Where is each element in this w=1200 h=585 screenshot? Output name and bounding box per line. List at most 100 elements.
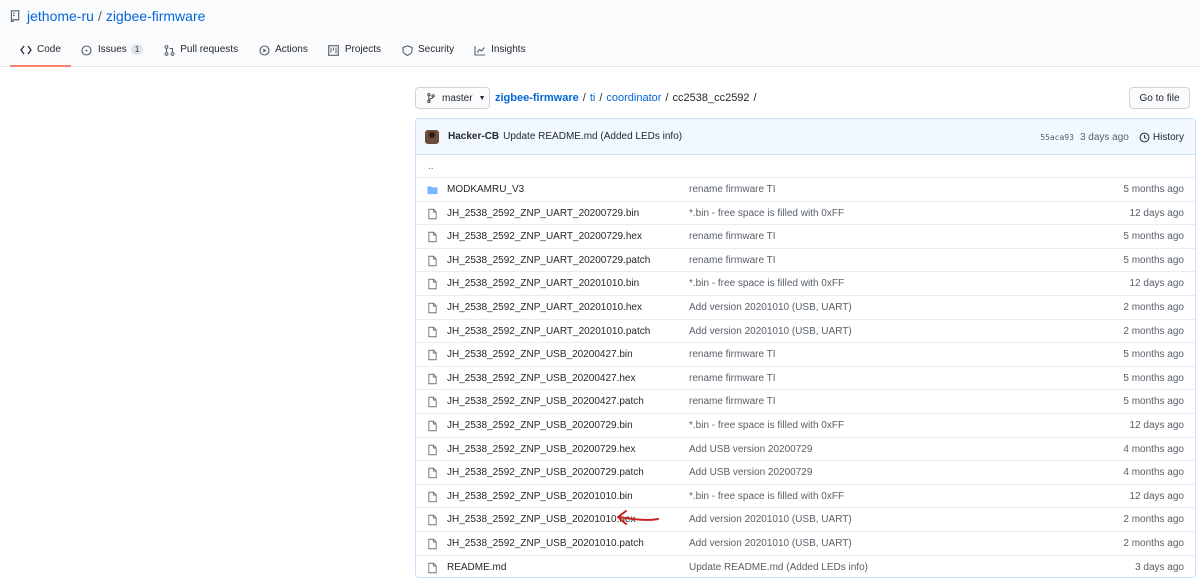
project-icon — [328, 44, 340, 56]
commit-message-link[interactable]: Add USB version 20200729 — [689, 438, 812, 461]
file-name-link[interactable]: JH_2538_2592_ZNP_USB_20201010.patch — [447, 532, 644, 555]
commit-message-link[interactable]: rename firmware TI — [689, 343, 776, 366]
chevron-down-icon: ▼ — [478, 94, 486, 102]
annotation-arrow-icon — [617, 510, 659, 525]
file-row[interactable]: README.md Update README.md (Added LEDs in… — [416, 556, 1195, 578]
file-row[interactable]: JH_2538_2592_ZNP_UART_20200729.patch rena… — [416, 249, 1195, 273]
graph-icon — [474, 44, 486, 56]
repo-name-link[interactable]: zigbee-firmware — [106, 8, 206, 24]
file-row[interactable]: JH_2538_2592_ZNP_USB_20201010.bin *.bin -… — [416, 485, 1195, 509]
file-name-link[interactable]: JH_2538_2592_ZNP_UART_20201010.bin — [447, 272, 639, 295]
file-name-link[interactable]: JH_2538_2592_ZNP_UART_20201010.hex — [447, 296, 642, 319]
tab-issues[interactable]: Issues 1 — [71, 38, 153, 67]
file-row[interactable]: JH_2538_2592_ZNP_USB_20200427.bin rename … — [416, 343, 1195, 367]
commit-age: 12 days ago — [1129, 419, 1185, 431]
commit-message-link[interactable]: Update README.md (Added LEDs info) — [503, 131, 682, 142]
commit-age: 2 months ago — [1123, 301, 1184, 313]
file-icon — [428, 444, 437, 455]
breadcrumb-root-link[interactable]: zigbee-firmware — [495, 92, 579, 104]
commit-message-link[interactable]: *.bin - free space is filled with 0xFF — [689, 414, 844, 437]
file-rows: MODKAMRU_V3 rename firmware TI 5 months ag… — [416, 178, 1195, 578]
file-icon — [428, 279, 437, 290]
file-row[interactable]: JH_2538_2592_ZNP_USB_20201010.patch Add v… — [416, 532, 1195, 556]
repo-icon — [10, 9, 20, 22]
file-name-link[interactable]: JH_2538_2592_ZNP_USB_20200729.patch — [447, 461, 644, 484]
file-row[interactable]: JH_2538_2592_ZNP_UART_20201010.patch Add … — [416, 320, 1195, 344]
code-icon — [20, 44, 32, 56]
branch-selector-button[interactable]: master ▼ — [415, 87, 490, 109]
commit-message-link[interactable]: rename firmware TI — [689, 178, 776, 201]
commit-age: 12 days ago — [1129, 490, 1185, 502]
repo-header: jethome-ru / zigbee-firmware Code Issues… — [0, 0, 1200, 67]
commit-sha-link[interactable]: 55aca93 — [1040, 133, 1074, 142]
file-row[interactable]: JH_2538_2592_ZNP_USB_20200729.hex Add USB… — [416, 438, 1195, 462]
commit-message-link[interactable]: Update README.md (Added LEDs info) — [689, 556, 868, 578]
file-name-link[interactable]: JH_2538_2592_ZNP_UART_20200729.bin — [447, 202, 639, 225]
file-row[interactable]: JH_2538_2592_ZNP_UART_20200729.hex rename… — [416, 225, 1195, 249]
commit-age: 5 months ago — [1123, 184, 1184, 195]
commit-time: 3 days ago — [1079, 131, 1129, 143]
commit-author-link[interactable]: Hacker-CB — [448, 131, 499, 142]
breadcrumb-link-coordinator[interactable]: coordinator — [606, 92, 661, 104]
history-label: History — [1152, 131, 1184, 143]
parent-directory-link[interactable]: .. — [428, 161, 434, 172]
tab-projects[interactable]: Projects — [318, 38, 391, 67]
tab-insights[interactable]: Insights — [464, 38, 535, 67]
file-row[interactable]: JH_2538_2592_ZNP_UART_20201010.hex Add ve… — [416, 296, 1195, 320]
commit-message-link[interactable]: *.bin - free space is filled with 0xFF — [689, 485, 844, 508]
file-name-link[interactable]: README.md — [447, 556, 506, 578]
file-row[interactable]: JH_2538_2592_ZNP_USB_20200729.bin *.bin -… — [416, 414, 1195, 438]
tab-code[interactable]: Code — [10, 38, 71, 67]
file-row[interactable]: JH_2538_2592_ZNP_USB_20200427.patch renam… — [416, 390, 1195, 414]
file-row[interactable]: JH_2538_2592_ZNP_USB_20200729.patch Add U… — [416, 461, 1195, 485]
commit-age: 5 months ago — [1123, 231, 1184, 243]
shield-icon — [401, 44, 413, 56]
file-row[interactable]: JH_2538_2592_ZNP_USB_20200427.hex rename … — [416, 367, 1195, 391]
file-row[interactable]: JH_2538_2592_ZNP_USB_20201010.hex Add ver… — [416, 508, 1195, 532]
file-icon — [428, 208, 437, 219]
file-row[interactable]: JH_2538_2592_ZNP_UART_20200729.bin *.bin … — [416, 202, 1195, 226]
commit-message-link[interactable]: Add version 20201010 (USB, UART) — [689, 532, 852, 555]
breadcrumb-link-ti[interactable]: ti — [590, 92, 596, 104]
tab-security[interactable]: Security — [391, 38, 464, 67]
file-name-link[interactable]: JH_2538_2592_ZNP_USB_20200729.hex — [447, 438, 635, 461]
commit-message-link[interactable]: rename firmware TI — [689, 367, 776, 390]
breadcrumb-current: cc2538_cc2592 — [672, 92, 750, 104]
commit-message-link[interactable]: Add version 20201010 (USB, UART) — [689, 508, 852, 531]
file-name-link[interactable]: JH_2538_2592_ZNP_UART_20200729.hex — [447, 225, 642, 248]
avatar[interactable] — [425, 129, 439, 144]
folder-icon — [427, 186, 438, 195]
commit-message-link[interactable]: rename firmware TI — [689, 390, 776, 413]
file-name-link[interactable]: JH_2538_2592_ZNP_USB_20201010.hex — [447, 508, 635, 531]
directory-row[interactable]: MODKAMRU_V3 rename firmware TI 5 months ag… — [416, 178, 1195, 202]
tab-actions[interactable]: Actions — [248, 38, 318, 67]
commit-message-link[interactable]: Add USB version 20200729 — [689, 461, 812, 484]
breadcrumb: zigbee-firmware / ti / coordinator / cc2… — [495, 92, 761, 104]
go-to-file-button[interactable]: Go to file — [1129, 87, 1190, 109]
commit-message-link[interactable]: *.bin - free space is filled with 0xFF — [689, 202, 844, 225]
commit-message-link[interactable]: rename firmware TI — [689, 225, 776, 248]
file-name-link[interactable]: JH_2538_2592_ZNP_USB_20200729.bin — [447, 414, 633, 437]
commit-message-link[interactable]: Add version 20201010 (USB, UART) — [689, 320, 852, 343]
commit-age: 12 days ago — [1129, 278, 1185, 290]
tab-pull-requests[interactable]: Pull requests — [153, 38, 248, 67]
commit-message-link[interactable]: rename firmware TI — [689, 249, 776, 272]
commit-message-link[interactable]: *.bin - free space is filled with 0xFF — [689, 272, 844, 295]
breadcrumb-separator: / — [599, 92, 603, 104]
tab-pull-requests-label: Pull requests — [180, 44, 239, 55]
tab-code-label: Code — [37, 44, 61, 55]
parent-directory-row[interactable]: .. — [416, 155, 1195, 178]
commit-age: 3 days ago — [1135, 561, 1184, 573]
file-name-link[interactable]: JH_2538_2592_ZNP_USB_20200427.patch — [447, 390, 644, 413]
file-name-link[interactable]: JH_2538_2592_ZNP_UART_20200729.patch — [447, 249, 650, 272]
file-name-link[interactable]: JH_2538_2592_ZNP_USB_20200427.bin — [447, 343, 633, 366]
commit-age: 2 months ago — [1123, 325, 1184, 337]
file-name-link[interactable]: JH_2538_2592_ZNP_USB_20201010.bin — [447, 485, 633, 508]
file-name-link[interactable]: JH_2538_2592_ZNP_UART_20201010.patch — [447, 320, 650, 343]
file-row[interactable]: JH_2538_2592_ZNP_UART_20201010.bin *.bin … — [416, 272, 1195, 296]
commit-message-link[interactable]: Add version 20201010 (USB, UART) — [689, 296, 852, 319]
history-link[interactable]: History — [1139, 132, 1184, 143]
directory-name-link[interactable]: MODKAMRU_V3 — [447, 178, 524, 201]
repo-owner-link[interactable]: jethome-ru — [27, 8, 94, 24]
file-name-link[interactable]: JH_2538_2592_ZNP_USB_20200427.hex — [447, 367, 635, 390]
